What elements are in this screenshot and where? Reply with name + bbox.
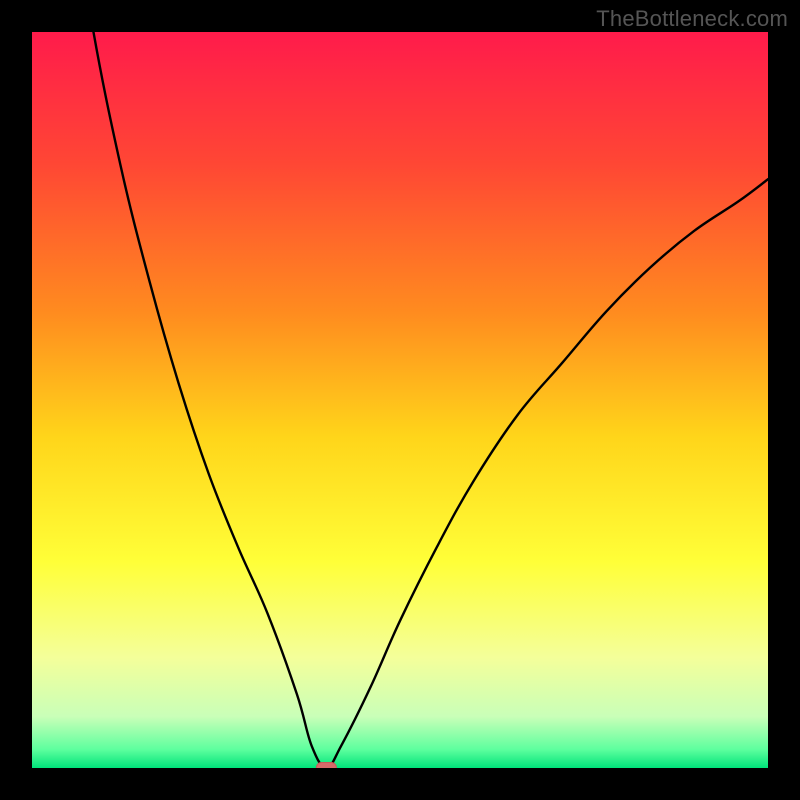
bottleneck-chart bbox=[32, 32, 768, 768]
chart-frame: TheBottleneck.com bbox=[0, 0, 800, 800]
optimum-marker bbox=[316, 763, 336, 769]
plot-area bbox=[32, 32, 768, 768]
gradient-background bbox=[32, 32, 768, 768]
watermark-text: TheBottleneck.com bbox=[596, 6, 788, 32]
